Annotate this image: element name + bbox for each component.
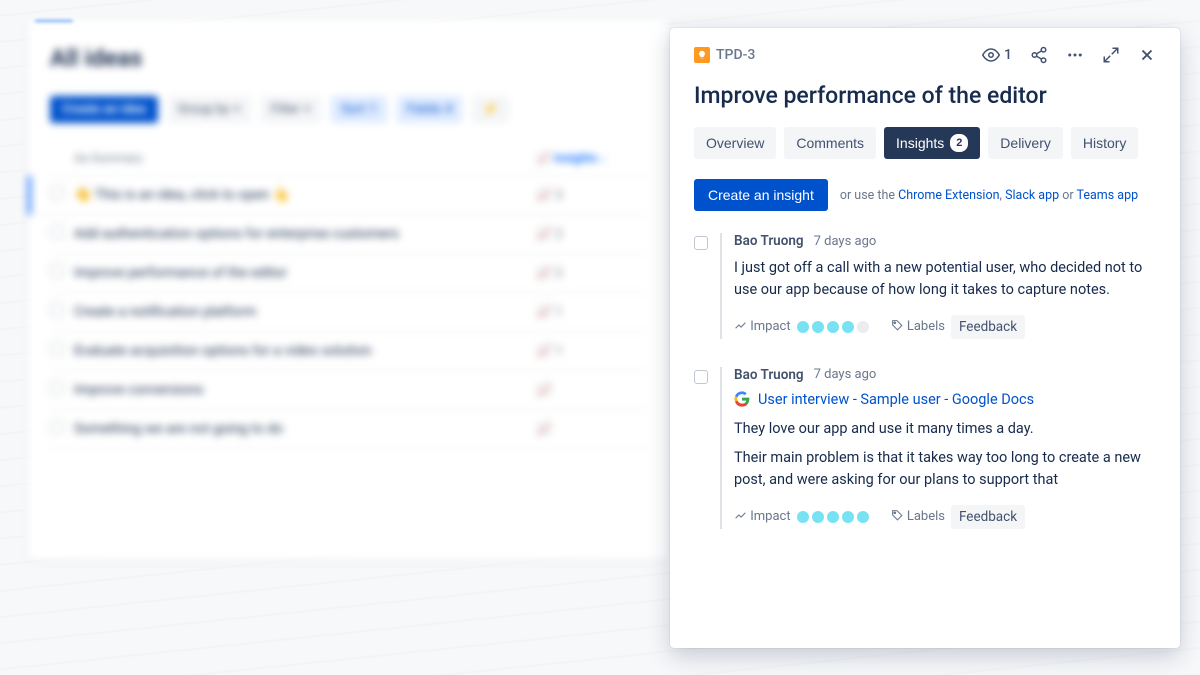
- label-chip[interactable]: Feedback: [951, 315, 1025, 339]
- table-row[interactable]: Something we are not going to do📈: [50, 410, 646, 449]
- insight-author[interactable]: Bao Truong: [734, 233, 804, 249]
- insight-text: I just got off a call with a new potenti…: [734, 257, 1156, 301]
- watchers-button[interactable]: 1: [982, 46, 1012, 64]
- insight-doc-link[interactable]: User interview - Sample user - Google Do…: [758, 391, 1034, 408]
- tab-history[interactable]: History: [1071, 127, 1139, 159]
- insight-item: Bao Truong 7 days ago User interview - Sam…: [694, 367, 1156, 529]
- col-insights[interactable]: 📈 Insights ↓: [536, 151, 646, 165]
- close-button[interactable]: [1138, 46, 1156, 64]
- automation-chip[interactable]: ⚡: [472, 96, 508, 123]
- insight-item: Bao Truong 7 days ago I just got off a cal…: [694, 233, 1156, 339]
- create-idea-button[interactable]: Create an idea: [50, 96, 158, 123]
- table-row[interactable]: Add authentication options for enterpris…: [50, 215, 646, 254]
- label-chip[interactable]: Feedback: [951, 505, 1025, 529]
- table-row[interactable]: Evaluate acquisition options for a video…: [50, 332, 646, 371]
- tabs: Overview Comments Insights 2 Delivery Hi…: [694, 127, 1156, 159]
- insight-author[interactable]: Bao Truong: [734, 367, 804, 383]
- create-insight-button[interactable]: Create an insight: [694, 179, 828, 211]
- share-button[interactable]: [1030, 46, 1048, 64]
- insight-text: They love our app and use it many times …: [734, 418, 1156, 440]
- create-insight-help: or use the Chrome Extension, Slack app o…: [840, 188, 1138, 203]
- idea-type-icon: [694, 47, 710, 63]
- tab-insights-count: 2: [950, 134, 968, 152]
- issue-title[interactable]: Improve performance of the editor: [694, 82, 1156, 109]
- ticket-link[interactable]: TPD-3: [694, 47, 755, 63]
- sort-chip[interactable]: Sort 1: [331, 96, 386, 123]
- filter-chip[interactable]: Filter +: [261, 96, 321, 123]
- ticket-id: TPD-3: [716, 47, 755, 63]
- gdocs-icon: [734, 391, 750, 407]
- labels-field[interactable]: Labels Feedback: [891, 315, 1025, 339]
- table-row[interactable]: Improve conversions📈: [50, 371, 646, 410]
- groupby-chip[interactable]: Group by +: [168, 96, 251, 123]
- insight-text: Their main problem is that it takes way …: [734, 447, 1156, 491]
- col-summary: Aa Summary: [74, 151, 536, 165]
- labels-field[interactable]: Labels Feedback: [891, 505, 1025, 529]
- insight-checkbox[interactable]: [694, 236, 708, 250]
- impact-field[interactable]: Impact: [734, 319, 869, 334]
- slack-app-link[interactable]: Slack app: [1005, 188, 1059, 203]
- insight-checkbox[interactable]: [694, 370, 708, 384]
- insight-time: 7 days ago: [814, 367, 877, 382]
- expand-button[interactable]: [1102, 46, 1120, 64]
- insight-time: 7 days ago: [814, 234, 877, 249]
- table-row[interactable]: Improve performance of the editor📈 2: [50, 254, 646, 293]
- impact-field[interactable]: Impact: [734, 509, 869, 524]
- teams-app-link[interactable]: Teams app: [1076, 188, 1138, 203]
- chrome-extension-link[interactable]: Chrome Extension: [898, 188, 999, 203]
- tab-overview[interactable]: Overview: [694, 127, 776, 159]
- ideas-list-background: All ideas Create an idea Group by + Filt…: [28, 20, 668, 560]
- tab-delivery[interactable]: Delivery: [988, 127, 1063, 159]
- tab-insights[interactable]: Insights 2: [884, 127, 980, 159]
- issue-detail-panel: TPD-3 1 Improve performance of the edito…: [670, 28, 1180, 648]
- tab-comments[interactable]: Comments: [784, 127, 876, 159]
- fields-chip[interactable]: Fields 4: [397, 96, 463, 123]
- page-title: All ideas: [50, 44, 646, 72]
- table-row[interactable]: 👋 This is an idea, click to open 👆📈 3: [28, 176, 646, 215]
- more-actions-button[interactable]: [1066, 46, 1084, 64]
- table-row[interactable]: Create a notification platform📈 1: [50, 293, 646, 332]
